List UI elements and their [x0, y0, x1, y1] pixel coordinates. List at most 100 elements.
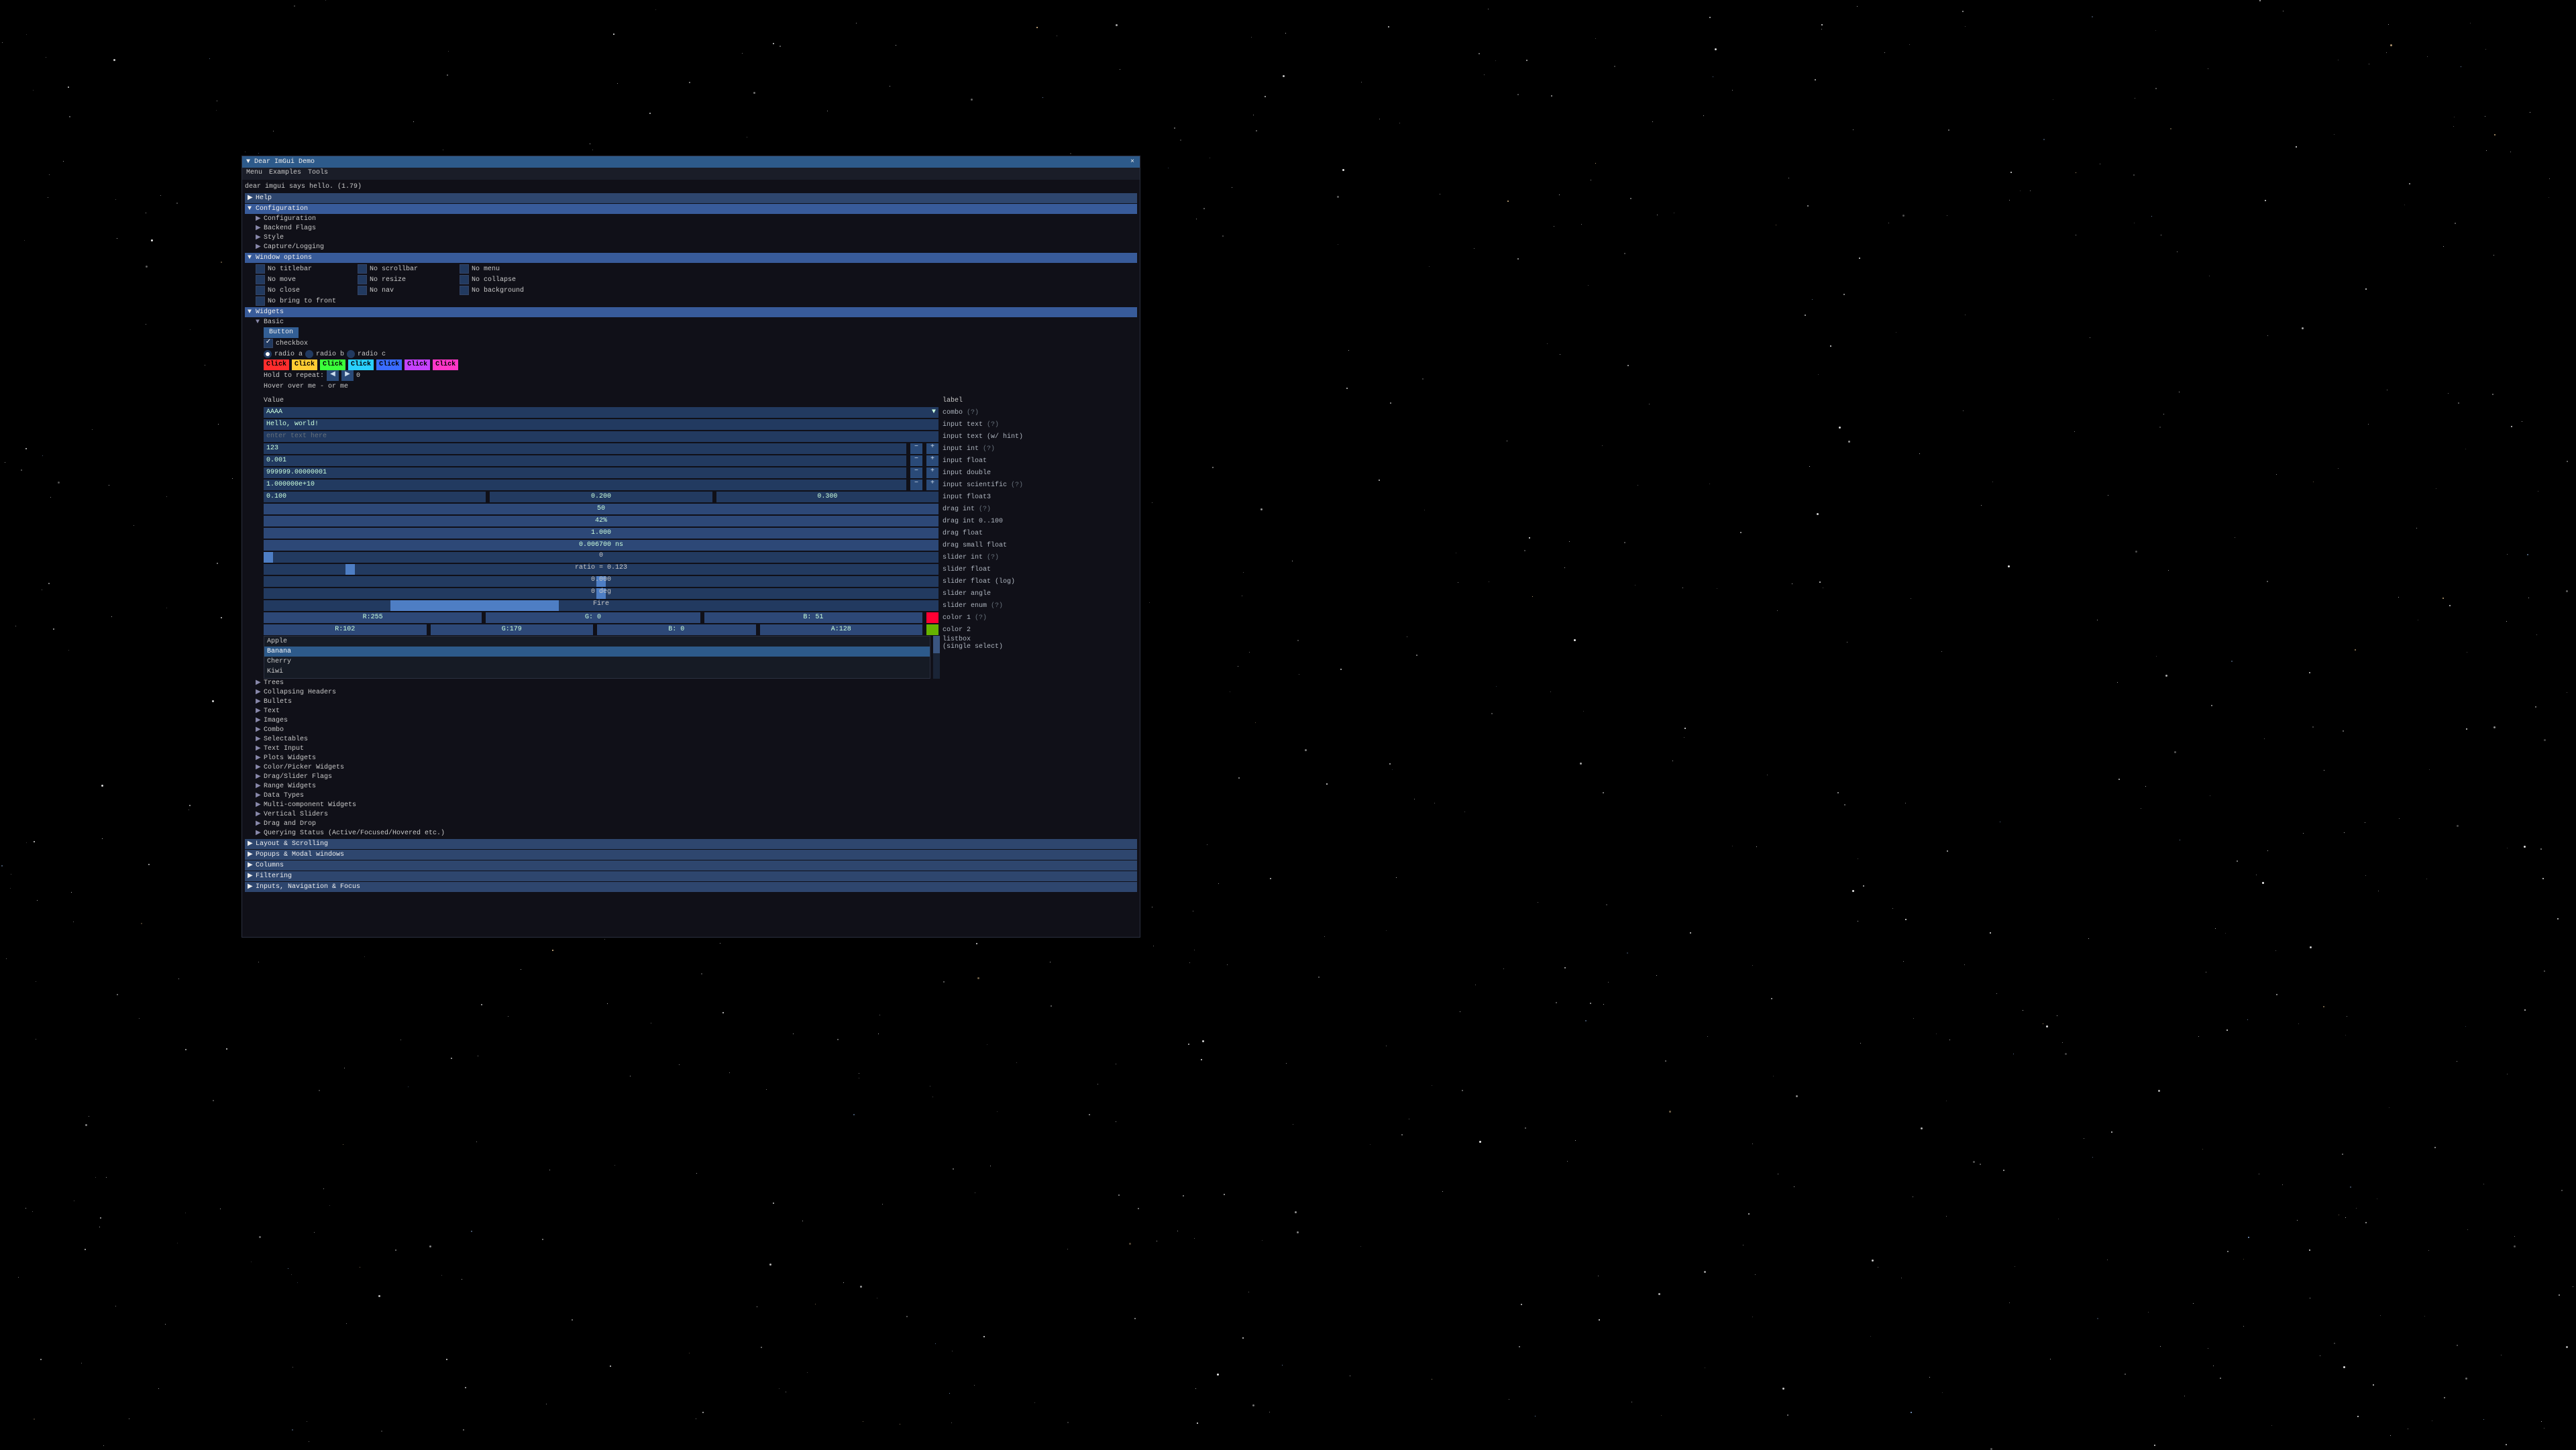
color2-g[interactable]: G:179 [431, 624, 594, 635]
input-float3-z[interactable]: 0.300 [716, 492, 938, 502]
checkbox[interactable] [460, 264, 469, 274]
tree-node[interactable]: ▶Plots Widgets [245, 754, 1137, 763]
section-inputs[interactable]: ▶Inputs, Navigation & Focus [245, 882, 1137, 892]
list-item[interactable]: Apple [264, 636, 930, 647]
checkbox[interactable] [256, 275, 265, 284]
color2-b[interactable]: B: 0 [597, 624, 756, 635]
input-float[interactable]: 0.001 [264, 455, 906, 466]
section-configuration[interactable]: ▼ Configuration [245, 204, 1137, 214]
click-button[interactable]: Click [348, 359, 374, 370]
menu-item[interactable]: Tools [308, 169, 328, 178]
color2-r[interactable]: R:102 [264, 624, 427, 635]
help-icon[interactable]: (?) [1011, 482, 1023, 489]
radio[interactable] [264, 350, 272, 358]
slider-angle[interactable]: 0 deg [264, 588, 938, 599]
tree-node[interactable]: ▶Configuration [245, 215, 1137, 224]
step-minus[interactable]: − [910, 443, 922, 454]
color2-a[interactable]: A:128 [760, 624, 923, 635]
drag-float[interactable]: 1.000 [264, 528, 938, 539]
list-item[interactable]: Cherry [264, 657, 930, 667]
tree-node[interactable]: ▶Multi-component Widgets [245, 801, 1137, 810]
arrow-right-button[interactable]: ▶ [341, 370, 354, 381]
input-text[interactable]: Hello, world! [264, 419, 938, 430]
section-popups[interactable]: ▶Popups & Modal windows [245, 850, 1137, 860]
titlebar[interactable]: ▼ Dear ImGui Demo × [242, 156, 1140, 168]
step-plus[interactable]: + [926, 443, 938, 454]
slider-grab[interactable] [390, 600, 559, 611]
checkbox[interactable] [256, 296, 265, 306]
tree-node[interactable]: ▶Style [245, 233, 1137, 243]
click-button[interactable]: Click [376, 359, 402, 370]
color1-g[interactable]: G: 0 [486, 612, 700, 623]
radio[interactable] [347, 350, 355, 358]
drag-int-clamped[interactable]: 42% [264, 516, 938, 526]
help-icon[interactable]: (?) [967, 409, 979, 416]
tree-node[interactable]: ▶Drag and Drop [245, 820, 1137, 829]
checkbox[interactable] [358, 275, 367, 284]
menu-item[interactable]: Examples [269, 169, 301, 178]
list-item[interactable]: Banana [264, 647, 930, 657]
slider-grab[interactable] [264, 552, 273, 563]
color2-swatch[interactable] [926, 624, 938, 635]
tree-node[interactable]: ▶Text [245, 707, 1137, 716]
checkbox[interactable] [264, 339, 273, 348]
listbox-scrollbar[interactable] [933, 636, 940, 679]
help-icon[interactable]: (?) [991, 602, 1003, 610]
click-button[interactable]: Click [320, 359, 345, 370]
slider-float[interactable]: ratio = 0.123 [264, 564, 938, 575]
section-layout[interactable]: ▶Layout & Scrolling [245, 839, 1137, 849]
help-icon[interactable]: (?) [979, 506, 991, 513]
section-window-options[interactable]: ▼ Window options [245, 253, 1137, 263]
section-filtering[interactable]: ▶Filtering [245, 871, 1137, 881]
tree-node[interactable]: ▶Trees [245, 679, 1137, 688]
section-help[interactable]: ▶ Help [245, 193, 1137, 203]
color1-b[interactable]: B: 51 [704, 612, 922, 623]
click-button[interactable]: Click [264, 359, 289, 370]
checkbox[interactable] [460, 275, 469, 284]
arrow-left-button[interactable]: ◀ [327, 370, 339, 381]
drag-small-float[interactable]: 0.006700 ns [264, 540, 938, 551]
help-icon[interactable]: (?) [983, 445, 995, 453]
help-icon[interactable]: (?) [987, 421, 999, 429]
list-item[interactable]: Kiwi [264, 667, 930, 677]
tree-node[interactable]: ▶Data Types [245, 791, 1137, 801]
tree-node[interactable]: ▶Bullets [245, 698, 1137, 707]
input-float3-x[interactable]: 0.100 [264, 492, 486, 502]
help-icon[interactable]: (?) [987, 554, 999, 561]
tree-node[interactable]: ▶Color/Picker Widgets [245, 763, 1137, 773]
tree-node[interactable]: ▶Querying Status (Active/Focused/Hovered… [245, 829, 1137, 838]
step-minus[interactable]: − [910, 455, 922, 466]
menu-item[interactable]: Menu [246, 169, 262, 178]
tree-node[interactable]: ▶Collapsing Headers [245, 688, 1137, 698]
checkbox[interactable] [256, 286, 265, 295]
checkbox[interactable] [256, 264, 265, 274]
drag-int[interactable]: 50 [264, 504, 938, 514]
tree-node[interactable]: ▶Range Widgets [245, 782, 1137, 791]
listbox-list[interactable]: AppleBananaCherryKiwi [264, 636, 930, 679]
collapse-icon[interactable]: ▼ [245, 157, 252, 167]
close-icon[interactable]: × [1128, 157, 1137, 167]
tree-node[interactable]: ▶Selectables [245, 735, 1137, 744]
click-button[interactable]: Click [433, 359, 458, 370]
slider-grab[interactable] [345, 564, 355, 575]
step-plus[interactable]: + [926, 467, 938, 478]
input-int[interactable]: 123 [264, 443, 906, 454]
step-minus[interactable]: − [910, 480, 922, 490]
step-plus[interactable]: + [926, 480, 938, 490]
tree-node[interactable]: ▶Text Input [245, 744, 1137, 754]
checkbox[interactable] [460, 286, 469, 295]
input-float3-y[interactable]: 0.200 [490, 492, 712, 502]
section-widgets[interactable]: ▼ Widgets [245, 307, 1137, 317]
combo[interactable]: AAAA ▼ [264, 407, 938, 418]
input-scientific[interactable]: 1.000000e+10 [264, 480, 906, 490]
click-button[interactable]: Click [405, 359, 430, 370]
tree-node[interactable]: ▶Images [245, 716, 1137, 726]
tree-node[interactable]: ▶Capture/Logging [245, 243, 1137, 252]
checkbox[interactable] [358, 264, 367, 274]
radio[interactable] [305, 350, 313, 358]
input-text-hint[interactable]: enter text here [264, 431, 938, 442]
color1-swatch[interactable] [926, 612, 938, 623]
tree-node[interactable]: ▶Vertical Sliders [245, 810, 1137, 820]
checkbox[interactable] [358, 286, 367, 295]
slider-enum[interactable]: Fire [264, 600, 938, 611]
